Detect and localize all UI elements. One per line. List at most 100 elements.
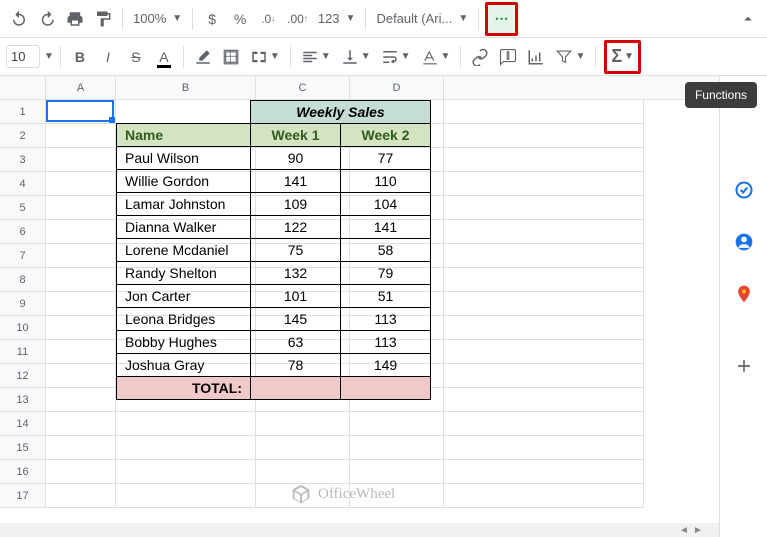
name-cell[interactable]: Paul Wilson xyxy=(117,147,251,170)
paint-format-button[interactable] xyxy=(90,5,116,33)
cell[interactable] xyxy=(444,388,644,412)
text-color-button[interactable]: A xyxy=(151,43,177,71)
week1-cell[interactable]: 109 xyxy=(251,193,341,216)
cell[interactable] xyxy=(350,412,444,436)
name-cell[interactable]: Jon Carter xyxy=(117,285,251,308)
keep-icon[interactable] xyxy=(732,178,756,202)
week2-cell[interactable]: 58 xyxy=(341,239,431,262)
cell[interactable] xyxy=(46,268,116,292)
number-format-dropdown[interactable]: 123▼ xyxy=(314,11,360,26)
name-cell[interactable]: Leona Bridges xyxy=(117,308,251,331)
functions-button[interactable]: Σ▼ xyxy=(607,43,638,71)
cell[interactable] xyxy=(116,484,256,508)
cell[interactable] xyxy=(444,196,644,220)
name-cell[interactable]: Joshua Gray xyxy=(117,354,251,377)
cell[interactable] xyxy=(46,316,116,340)
more-toolbar-button[interactable]: ⋯ xyxy=(488,5,515,33)
cell[interactable] xyxy=(116,460,256,484)
font-size-input[interactable] xyxy=(6,45,40,68)
cell[interactable] xyxy=(46,460,116,484)
contacts-icon[interactable] xyxy=(732,230,756,254)
week2-cell[interactable]: 141 xyxy=(341,216,431,239)
row-header[interactable]: 1 xyxy=(0,100,46,124)
merge-cells-button[interactable]: ▼ xyxy=(246,43,284,71)
increase-decimal-button[interactable]: .00↑ xyxy=(283,5,312,33)
filter-button[interactable]: ▼ xyxy=(551,43,589,71)
cell[interactable] xyxy=(46,412,116,436)
insert-chart-button[interactable] xyxy=(523,43,549,71)
bold-button[interactable]: B xyxy=(67,43,93,71)
row-header[interactable]: 5 xyxy=(0,196,46,220)
week1-cell[interactable]: 101 xyxy=(251,285,341,308)
text-wrap-button[interactable]: ▼ xyxy=(377,43,415,71)
row-header[interactable]: 12 xyxy=(0,364,46,388)
scroll-left-icon[interactable]: ◄ xyxy=(677,523,691,537)
cell[interactable] xyxy=(444,316,644,340)
week1-cell[interactable]: 63 xyxy=(251,331,341,354)
select-all-corner[interactable] xyxy=(0,76,46,99)
undo-button[interactable] xyxy=(6,5,32,33)
name-cell[interactable]: Lamar Johnston xyxy=(117,193,251,216)
col-header[interactable]: D xyxy=(350,76,444,99)
week1-cell[interactable]: 75 xyxy=(251,239,341,262)
insert-link-button[interactable] xyxy=(467,43,493,71)
cell[interactable] xyxy=(444,100,644,124)
horizontal-scrollbar[interactable]: ◄ ► xyxy=(0,523,719,537)
cell[interactable] xyxy=(116,412,256,436)
cell[interactable] xyxy=(256,460,350,484)
cell[interactable] xyxy=(444,412,644,436)
row-header[interactable]: 15 xyxy=(0,436,46,460)
cell[interactable] xyxy=(46,244,116,268)
maps-icon[interactable] xyxy=(732,282,756,306)
borders-button[interactable] xyxy=(218,43,244,71)
cell[interactable] xyxy=(46,124,116,148)
cell[interactable] xyxy=(46,436,116,460)
zoom-dropdown[interactable]: 100%▼ xyxy=(129,11,186,26)
row-header[interactable]: 14 xyxy=(0,412,46,436)
cell[interactable] xyxy=(46,100,116,124)
cell[interactable] xyxy=(256,436,350,460)
week2-cell[interactable]: 110 xyxy=(341,170,431,193)
horizontal-align-button[interactable]: ▼ xyxy=(297,43,335,71)
week2-cell[interactable]: 77 xyxy=(341,147,431,170)
row-header[interactable]: 17 xyxy=(0,484,46,508)
week2-cell[interactable]: 149 xyxy=(341,354,431,377)
row-header[interactable]: 3 xyxy=(0,148,46,172)
cell[interactable] xyxy=(444,268,644,292)
week1-cell[interactable]: 132 xyxy=(251,262,341,285)
row-header[interactable]: 6 xyxy=(0,220,46,244)
cell[interactable] xyxy=(46,364,116,388)
row-header[interactable]: 2 xyxy=(0,124,46,148)
chevron-down-icon[interactable]: ▼ xyxy=(44,51,54,62)
fill-color-button[interactable] xyxy=(190,43,216,71)
cell[interactable] xyxy=(46,292,116,316)
cell[interactable] xyxy=(444,484,644,508)
add-addon-icon[interactable] xyxy=(732,354,756,378)
week1-cell[interactable]: 122 xyxy=(251,216,341,239)
row-header[interactable]: 10 xyxy=(0,316,46,340)
col-header[interactable]: C xyxy=(256,76,350,99)
name-cell[interactable]: Dianna Walker xyxy=(117,216,251,239)
cell[interactable] xyxy=(444,244,644,268)
strikethrough-button[interactable]: S xyxy=(123,43,149,71)
cell[interactable] xyxy=(46,484,116,508)
col-header[interactable]: B xyxy=(116,76,256,99)
week2-cell[interactable]: 113 xyxy=(341,308,431,331)
cell[interactable] xyxy=(350,460,444,484)
decrease-decimal-button[interactable]: .0↓ xyxy=(255,5,281,33)
week2-cell[interactable]: 79 xyxy=(341,262,431,285)
font-dropdown[interactable]: Default (Ari...▼ xyxy=(372,11,472,26)
italic-button[interactable]: I xyxy=(95,43,121,71)
week2-cell[interactable]: 104 xyxy=(341,193,431,216)
col-header[interactable]: A xyxy=(46,76,116,99)
row-header[interactable]: 9 xyxy=(0,292,46,316)
cell[interactable] xyxy=(444,220,644,244)
cell[interactable] xyxy=(444,364,644,388)
scroll-right-icon[interactable]: ► xyxy=(691,523,705,537)
week1-cell[interactable]: 145 xyxy=(251,308,341,331)
percent-button[interactable]: % xyxy=(227,5,253,33)
cell[interactable] xyxy=(444,148,644,172)
row-header[interactable]: 13 xyxy=(0,388,46,412)
currency-button[interactable]: $ xyxy=(199,5,225,33)
cell[interactable] xyxy=(46,340,116,364)
